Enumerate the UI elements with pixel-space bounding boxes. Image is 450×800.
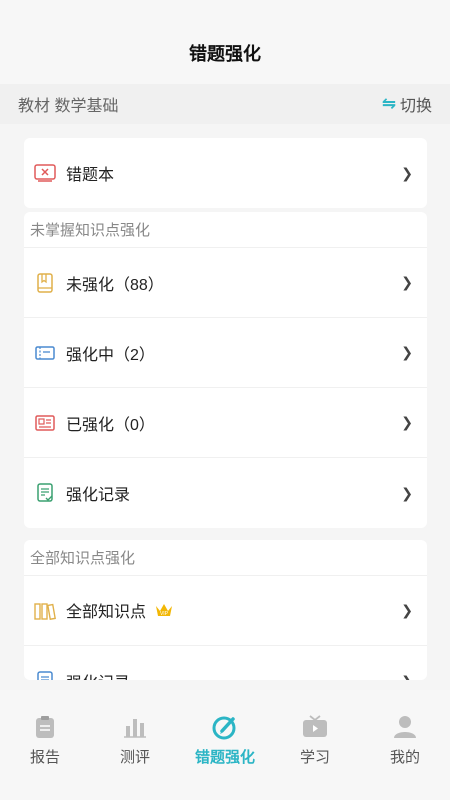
switch-label: 切换 [399,98,432,115]
id-card-icon [34,412,56,434]
section-title: 全部知识点强化 [24,540,427,576]
page-title: 错题强化 [189,44,261,64]
bar-chart-icon [122,714,148,740]
bottom-tab-bar: 报告 测评 错题强化 学习 我的 [0,690,450,800]
tab-label: 报告 [29,749,60,766]
tab-assessment[interactable]: 测评 [95,714,175,800]
wrongbook-card: 错题本 ❯ [24,138,427,208]
tab-label: 学习 [299,749,330,766]
wrongbook-row[interactable]: 错题本 ❯ [24,138,427,208]
chevron-right-icon: ❯ [401,274,413,290]
record-icon [34,482,56,504]
textbook-bar: 教材 数学基础 ⇋ 切换 [0,84,450,124]
wrongbook-icon [34,162,56,184]
book-icon [34,272,56,294]
user-icon [392,714,418,740]
ticket-icon [34,342,56,364]
tab-label: 错题强化 [194,749,255,766]
vip-crown-icon: VIP [154,602,174,623]
list-item-reinforcing[interactable]: 强化中（2） ❯ [24,318,427,388]
books-icon [34,600,56,622]
list-item-reinforced[interactable]: 已强化（0） ❯ [24,388,427,458]
record-icon [34,670,56,680]
chevron-right-icon: ❯ [401,602,413,618]
clipboard-icon [32,714,58,740]
list-item-label: 强化记录 [66,669,401,680]
chevron-right-icon: ❯ [401,484,413,501]
list-item-record[interactable]: 强化记录 ❯ [24,458,427,528]
tab-report[interactable]: 报告 [5,714,85,800]
tab-label: 测评 [119,749,150,766]
tab-study[interactable]: 学习 [275,714,355,800]
list-item-all-record[interactable]: 强化记录 ❯ [24,646,427,680]
textbook-label: 教材 数学基础 [18,98,119,115]
vip-badge: VIP [160,611,169,617]
chevron-right-icon: ❯ [401,414,413,430]
all-points-label: 全部知识点 [66,603,147,621]
top-header: 错题强化 [0,0,450,84]
list-item-label: 强化中（2） [66,346,155,364]
unmastered-section: 未掌握知识点强化 未强化（88） ❯ 强化中（2） ❯ 已强化（0） ❯ 强化记… [24,212,427,528]
list-item-label: 已强化（0） [66,416,155,434]
chevron-right-icon: ❯ [401,164,413,181]
tv-icon [302,714,328,740]
switch-icon: ⇋ [381,94,396,113]
wrongbook-label: 错题本 [66,167,115,184]
tab-mine[interactable]: 我的 [365,714,445,800]
pencil-target-icon [212,714,238,740]
list-item-label: 全部知识点 VIP [66,598,401,623]
list-item-unreinforced[interactable]: 未强化（88） ❯ [24,248,427,318]
list-item-all-points[interactable]: 全部知识点 VIP ❯ [24,576,427,646]
tab-wrong-reinforce[interactable]: 错题强化 [185,714,265,800]
tab-label: 我的 [389,749,420,766]
section-title: 未掌握知识点强化 [24,212,427,248]
chevron-right-icon: ❯ [401,673,413,681]
switch-button[interactable]: ⇋ 切换 [382,92,432,116]
all-points-section: 全部知识点强化 全部知识点 VIP ❯ 强化记录 ❯ [24,540,427,680]
list-item-label: 强化记录 [66,487,131,504]
list-item-label: 未强化（88） [66,276,164,294]
chevron-right-icon: ❯ [401,344,413,360]
